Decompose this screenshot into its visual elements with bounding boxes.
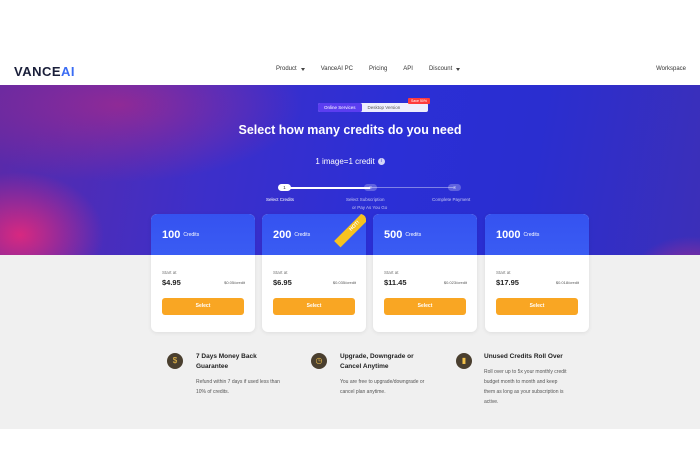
feature-description: Refund within 7 days if used less than 10… [196,377,280,397]
feature-desc-line: active. [484,399,499,405]
select-button[interactable]: Select [496,298,578,315]
plan-credits: 200 Credits [273,229,310,241]
credits-unit: Credits [523,232,540,239]
feature-desc-line: Roll over up to 5x your monthly credit [484,369,567,375]
start-at-label: Start at [496,270,511,275]
logo-text: VANCE [14,64,62,79]
page-title: Select how many credits do you need [238,123,462,137]
vanceai-logo[interactable]: VANCEAI [14,64,75,79]
money-back-icon: $ [167,353,183,369]
nav-item-api[interactable]: API [403,66,413,72]
plan-price: $4.95 [162,278,181,287]
per-credit-price: $0.018/credit [555,280,579,285]
chart-icon: ▮ [456,353,472,369]
plan-credits: 1000 Credits [496,229,539,241]
plan-card-500: 500 Credits Start at $11.45 $0.023/credit… [373,214,477,332]
credit-ratio-text: 1 image=1 credit i [0,157,700,166]
chevron-down-icon [456,67,461,71]
start-at-label: Start at [384,270,399,275]
feature-desc-line: them as long as your subscription is [484,389,564,395]
feature-title: Upgrade, Downgrade or Cancel Anytime [340,352,414,372]
nav-label: Product [276,66,297,72]
save-badge: Save 50% [408,98,430,104]
nav-label: API [403,66,413,72]
nav-label: VanceAI PC [320,66,353,72]
credits-amount: 1000 [496,229,521,241]
feature-title-line: Cancel Anytime [340,363,389,370]
credits-unit: Credits [183,232,200,239]
feature-title-line: 7 Days Money Back [196,353,257,360]
plan-credits: 500 Credits [384,229,421,241]
step-3-label: Complete Payment [432,197,471,202]
logo-ai-text: AI [61,64,76,79]
top-nav-bar: VANCEAI Product VanceAI PC Pricing API D… [0,57,700,85]
per-credit-price: $0.035/credit [332,280,356,285]
credits-amount: 200 [273,229,292,241]
feature-title-line: Guarantee [196,363,229,370]
feature-description: You are free to upgrade/downgrade or canc… [340,377,424,397]
start-at-label: Start at [273,270,288,275]
nav-item-discount[interactable]: Discount [428,66,461,72]
nav-label: Discount [428,66,453,72]
clock-icon: ◷ [311,353,327,369]
credits-amount: 100 [162,229,181,241]
plan-card-200: HOT! 200 Credits Start at $6.95 $0.035/cr… [262,214,366,332]
credits-unit: Credits [405,232,422,239]
per-credit-price: $0.023/credit [443,280,467,285]
feature-title-line: Unused Credits Roll Over [484,353,563,360]
pricing-page: VANCEAI Product VanceAI PC Pricing API D… [0,0,700,450]
plan-card-1000: 1000 Credits Start at $17.95 $0.018/credi… [485,214,589,332]
feature-desc-line: cancel plan anytime. [340,389,386,395]
plan-price: $17.95 [496,278,519,287]
credits-unit: Credits [294,232,311,239]
step-1-label: Select Credits [266,197,295,202]
workspace-label: Workspace [656,66,686,72]
feature-description: Roll over up to 5x your monthly credit bu… [484,367,567,407]
toggle-online-services[interactable]: Online Services [318,103,362,112]
step-2-label: Select Subscription [346,197,385,202]
plan-credits: 100 Credits [162,229,199,241]
workspace-link[interactable]: Workspace [656,66,686,72]
feature-title-line: Upgrade, Downgrade or [340,353,414,360]
step-2-sublabel: or Pay As You Go [352,205,388,210]
nav-label: Pricing [368,66,388,72]
nav-item-pricing[interactable]: Pricing [369,66,387,72]
stepper-progress-line [288,187,370,189]
select-button[interactable]: Select [384,298,466,315]
select-button[interactable]: Select [162,298,244,315]
nav-item-product[interactable]: Product [276,66,305,72]
feature-title: Unused Credits Roll Over [484,352,563,362]
credit-ratio-label: 1 image=1 credit [315,157,375,166]
feature-desc-line: You are free to upgrade/downgrade or [340,379,425,385]
feature-desc-line: 10% of credits. [196,389,230,395]
plan-card-100: 100 Credits Start at $4.95 $0.05/credit S… [151,214,255,332]
main-nav: Product VanceAI PC Pricing API Discount [276,66,476,72]
toggle-desktop-version[interactable]: Desktop Version [362,103,407,112]
start-at-label: Start at [162,270,177,275]
nav-item-vanceai-pc[interactable]: VanceAI PC [321,66,353,72]
feature-title: 7 Days Money Back Guarantee [196,352,257,372]
plan-price: $6.95 [273,278,292,287]
feature-desc-line: Refund within 7 days if used less than [196,379,280,385]
service-toggle: Online Services Desktop Version [318,103,428,112]
stepper-track-line [370,187,455,188]
info-icon[interactable]: i [377,158,385,166]
feature-desc-line: budget month to month and keep [484,379,558,385]
step-3-marker: 3 [448,184,461,191]
step-2-marker: 2 [364,184,377,191]
step-1-marker: 1 [278,184,291,191]
credits-amount: 500 [384,229,403,241]
select-button[interactable]: Select [273,298,355,315]
per-credit-price: $0.05/credit [224,280,245,285]
chevron-down-icon [300,67,305,71]
plan-price: $11.45 [384,278,407,287]
